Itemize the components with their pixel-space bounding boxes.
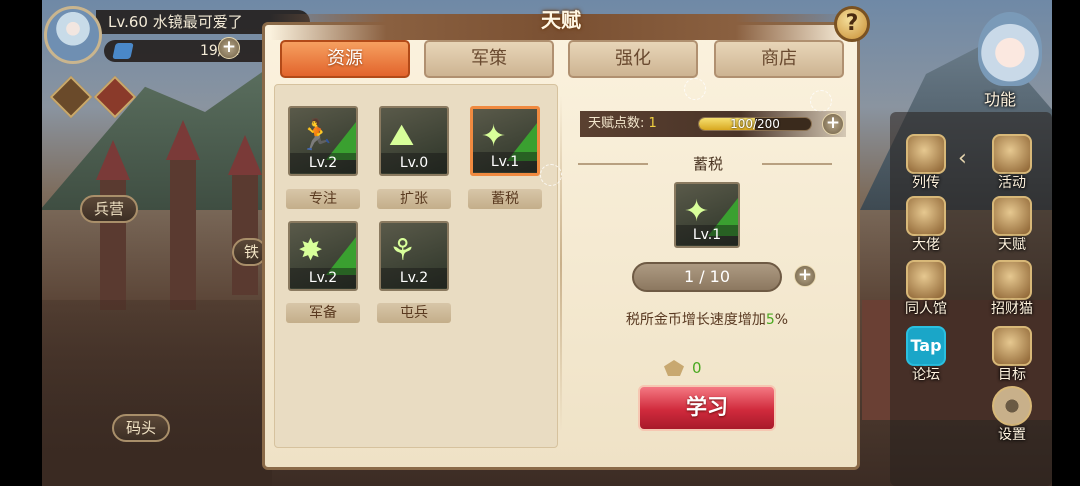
skill-level: Lv.0 bbox=[381, 153, 447, 173]
detail-skill-icon: ✦ Lv.1 bbox=[674, 182, 740, 248]
skill-level: Lv.2 bbox=[290, 153, 356, 173]
skill-level: Lv.2 bbox=[290, 268, 356, 288]
skill-label: 军备 bbox=[286, 303, 360, 323]
learn-button[interactable]: 学习 bbox=[638, 385, 776, 431]
func-talent[interactable]: 天赋 bbox=[982, 196, 1042, 258]
gear-icon bbox=[992, 386, 1032, 426]
stamina-icon bbox=[112, 43, 134, 59]
talent-points-label: 天赋点数: 1 bbox=[588, 116, 657, 131]
add-stamina-button[interactable]: + bbox=[218, 37, 240, 59]
skill-level-progress: 1 / 10 bbox=[632, 262, 782, 292]
func-goals[interactable]: 目标 bbox=[982, 326, 1042, 388]
skill-level: Lv.1 bbox=[473, 152, 537, 172]
sparkle-icon bbox=[810, 90, 832, 112]
tab-resources[interactable]: 资源 bbox=[280, 40, 410, 78]
book-icon[interactable] bbox=[49, 75, 93, 119]
mascot-avatar[interactable] bbox=[978, 12, 1042, 86]
talent-wings-icon bbox=[992, 196, 1032, 236]
tab-shop[interactable]: 商店 bbox=[714, 40, 844, 78]
sparkle-icon bbox=[684, 78, 706, 100]
talent-cost-value: 0 bbox=[692, 359, 702, 377]
right-bezel bbox=[1052, 0, 1080, 486]
func-boss[interactable]: 大佬 bbox=[896, 196, 956, 258]
func-settings[interactable]: 设置 bbox=[982, 386, 1042, 448]
ornament-divider bbox=[762, 163, 832, 165]
skill-label: 扩张 bbox=[377, 189, 451, 209]
skill-expand[interactable]: ⛰ Lv.0 bbox=[379, 106, 449, 176]
add-talent-points-button[interactable]: + bbox=[822, 113, 844, 135]
panel-title: 天赋 bbox=[541, 8, 581, 32]
func-events[interactable]: 活动 bbox=[982, 134, 1042, 196]
skill-level: Lv.2 bbox=[381, 268, 447, 288]
detail-skill-level: Lv.1 bbox=[676, 225, 738, 245]
hall-icon bbox=[906, 260, 946, 300]
lucky-cat-icon bbox=[992, 260, 1032, 300]
func-lucky-cat[interactable]: 招财猫 bbox=[982, 260, 1042, 322]
talent-points-value: 1 bbox=[648, 116, 657, 131]
map-place-dock[interactable]: 码头 bbox=[112, 414, 171, 442]
castle-tower bbox=[228, 135, 262, 295]
help-button[interactable]: ? bbox=[834, 6, 870, 42]
func-forum[interactable]: Tap 论坛 bbox=[896, 326, 956, 388]
talent-points-progress-text: 100/200 bbox=[730, 117, 780, 131]
coins-icon: ✦ bbox=[481, 119, 507, 154]
ship-bg bbox=[42, 300, 272, 486]
castle-tower bbox=[166, 120, 200, 310]
book-icon bbox=[906, 134, 946, 174]
skill-label: 专注 bbox=[286, 189, 360, 209]
goal-scroll-icon bbox=[992, 326, 1032, 366]
left-bezel bbox=[0, 0, 42, 486]
map-place-barracks[interactable]: 兵营 bbox=[80, 195, 139, 223]
func-biography[interactable]: 列传 bbox=[896, 134, 956, 196]
boss-icon bbox=[906, 196, 946, 236]
functions-title: 功能 bbox=[984, 90, 1017, 109]
skill-description: 税所金币增长速度增加5% bbox=[625, 312, 789, 328]
skill-focus[interactable]: 🏃 Lv.2 bbox=[288, 106, 358, 176]
skill-label: 蓄税 bbox=[468, 189, 542, 209]
func-fan-hall[interactable]: 同人馆 bbox=[896, 260, 956, 322]
tap-icon: Tap bbox=[906, 326, 946, 366]
avatar[interactable] bbox=[44, 6, 102, 64]
collapse-arrow-icon[interactable]: ‹ bbox=[958, 146, 967, 171]
sparkle-icon bbox=[540, 164, 562, 186]
tab-enhance[interactable]: 强化 bbox=[568, 40, 698, 78]
add-level-button[interactable]: + bbox=[794, 265, 816, 287]
armor-icon: ✸ bbox=[298, 233, 324, 268]
runner-icon: 🏃 bbox=[298, 118, 336, 153]
game-screen: 兵营 码头 铁 Lv.60 水镜最可爱了 19/84 + 功能 ‹ 列传 活动 … bbox=[0, 0, 1080, 486]
stamina-bar: 19/84 bbox=[104, 40, 286, 62]
star-medal-icon bbox=[992, 134, 1032, 174]
skill-garrison[interactable]: ⚘ Lv.2 bbox=[379, 221, 449, 291]
crystal-icon: ⛰ bbox=[389, 118, 415, 153]
tab-strategy[interactable]: 军策 bbox=[424, 40, 554, 78]
skill-tax[interactable]: ✦ Lv.1 bbox=[470, 106, 540, 176]
divider bbox=[560, 96, 562, 432]
soldiers-icon: ⚘ bbox=[389, 233, 416, 268]
ornament-divider bbox=[578, 163, 648, 165]
skill-armament[interactable]: ✸ Lv.2 bbox=[288, 221, 358, 291]
detail-skill-name: 蓄税 bbox=[692, 155, 723, 173]
skill-label: 屯兵 bbox=[377, 303, 451, 323]
